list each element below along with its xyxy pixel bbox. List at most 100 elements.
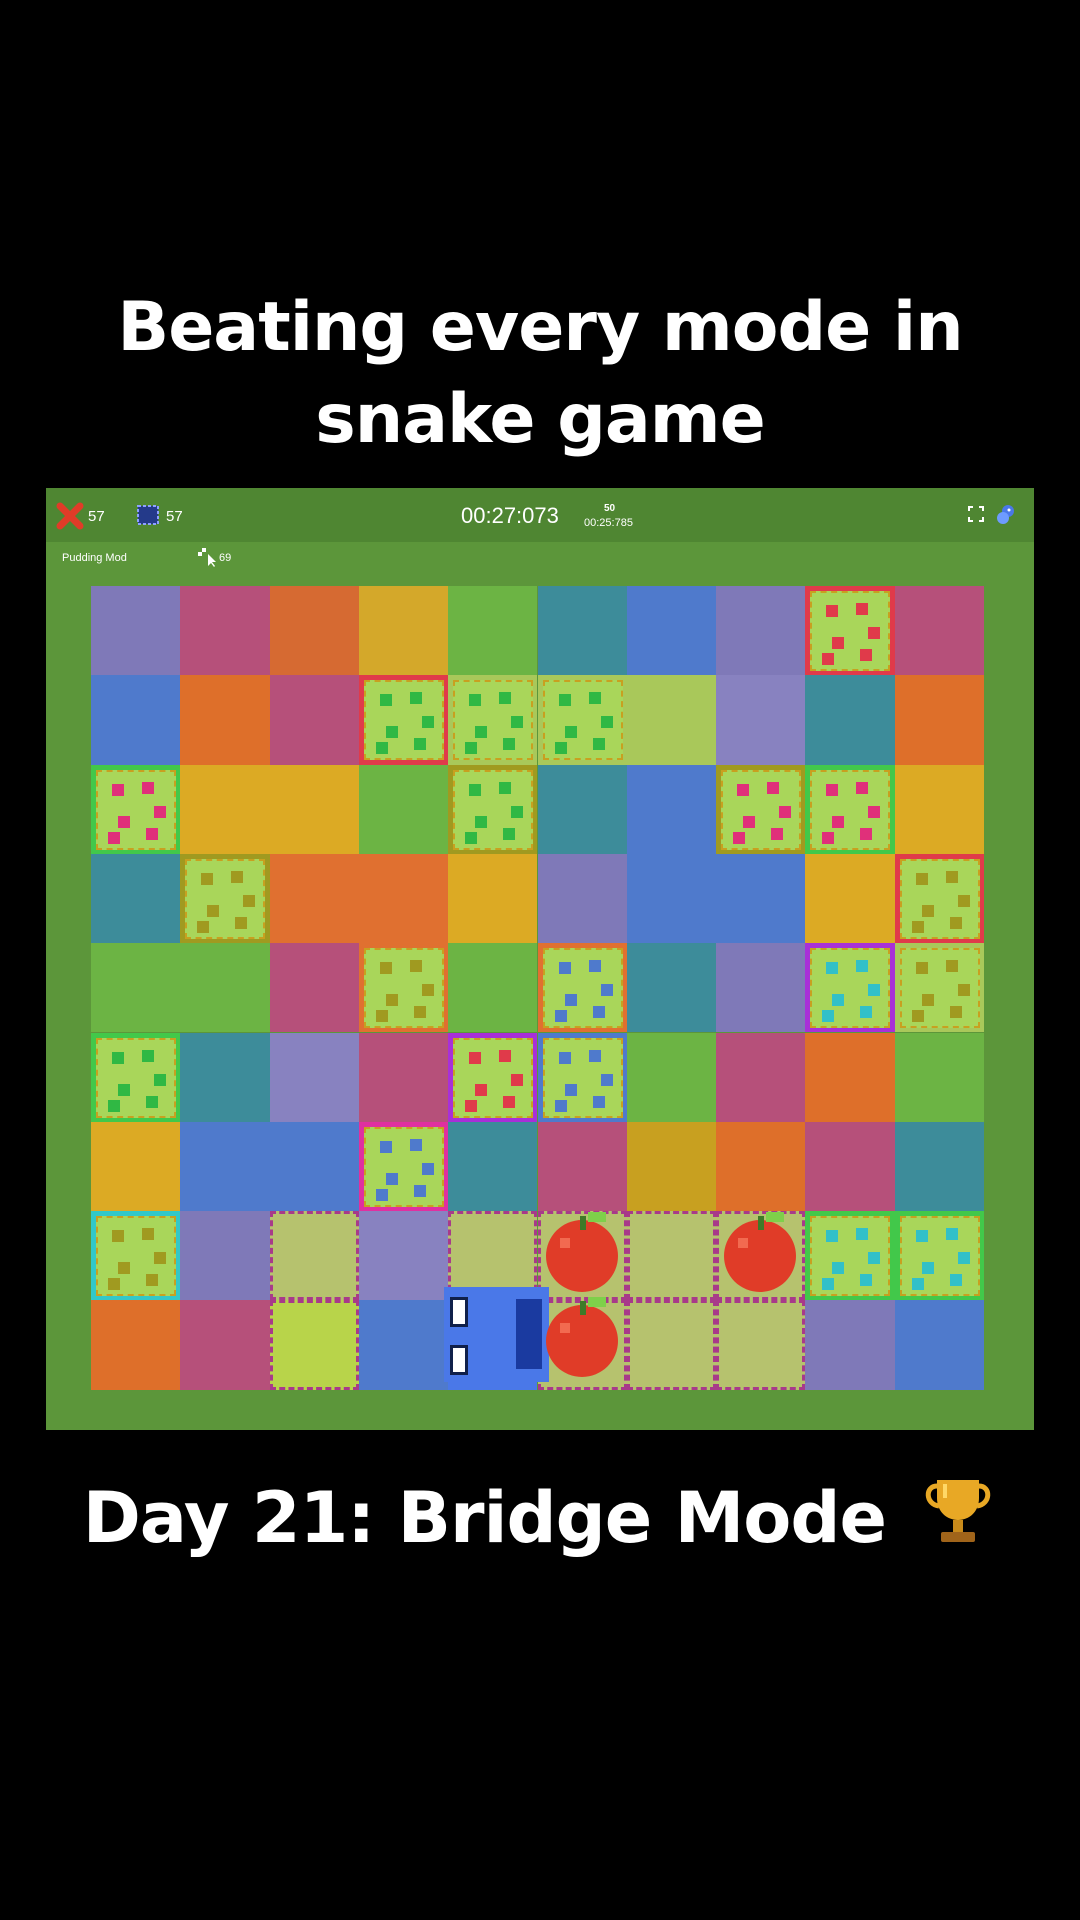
pudding-speck [108, 1099, 120, 1112]
pudding-speck [558, 694, 571, 707]
board-tile [180, 943, 270, 1033]
pudding-speck [112, 783, 124, 796]
subtitle-text: Day 21: Bridge Mode [82, 1477, 887, 1559]
pudding-speck [379, 1140, 392, 1153]
pudding-speck [146, 1095, 158, 1108]
board-tile [537, 1121, 627, 1212]
title-line-2: snake game [315, 380, 766, 459]
pudding-speck [375, 742, 388, 755]
board-tile [716, 586, 806, 676]
snake-settings-icon[interactable] [994, 502, 1018, 531]
video-subtitle: Day 21: Bridge Mode [0, 1472, 1080, 1569]
board-tile [180, 1121, 270, 1212]
pudding-speck [154, 1252, 166, 1265]
snake-eye [449, 1297, 468, 1327]
pudding-speck [949, 916, 962, 929]
pudding-speck [385, 1172, 398, 1185]
board-tile [537, 586, 627, 676]
board-tile [716, 1032, 806, 1122]
pudding-speck [564, 1083, 577, 1096]
board-tile [180, 586, 270, 676]
pudding-speck [822, 1278, 835, 1291]
pudding-tile [363, 948, 444, 1029]
pudding-speck [413, 1184, 426, 1197]
steps-count: 69 [219, 552, 232, 564]
pudding-speck [197, 920, 210, 933]
pudding-speck [201, 872, 214, 885]
pudding-speck [856, 603, 869, 615]
pudding-speck [503, 738, 516, 751]
apple [718, 1210, 802, 1294]
snake-eye [449, 1345, 468, 1375]
game-hud: 57 57 00:27:073 50 00:25:785 [46, 488, 1034, 542]
pudding-speck [142, 1228, 154, 1241]
pudding-speck [413, 738, 426, 751]
pudding-speck [207, 904, 220, 917]
pudding-speck [945, 960, 958, 973]
pudding-speck [868, 627, 881, 639]
pointer-icon [196, 548, 218, 573]
pudding-speck [146, 1274, 158, 1287]
pudding-speck [421, 984, 434, 997]
pudding-speck [832, 815, 845, 828]
board-tile [894, 1032, 984, 1122]
pudding-speck [469, 783, 482, 796]
board-tile [716, 853, 806, 944]
pudding-speck [868, 1252, 881, 1265]
pudding-speck [945, 1228, 958, 1241]
board-tile [448, 853, 538, 944]
pudding-speck [832, 1262, 845, 1275]
pudding-speck [767, 781, 780, 794]
pudding-tile [810, 769, 891, 850]
pudding-speck [409, 1138, 422, 1151]
pudding-speck [475, 1083, 488, 1096]
pudding-speck [826, 962, 839, 975]
pudding-tile [810, 1216, 891, 1297]
board-tile [805, 1300, 895, 1390]
bridge-tile [626, 1300, 717, 1390]
pudding-speck [564, 994, 577, 1007]
board-tile [894, 1121, 984, 1212]
game-board[interactable] [91, 586, 984, 1390]
pudding-tile [810, 948, 891, 1029]
board-tile [626, 943, 717, 1033]
pudding-speck [558, 962, 571, 975]
board-tile [805, 1121, 895, 1212]
board-tile [805, 675, 895, 765]
pudding-speck [949, 1006, 962, 1019]
board-tile [358, 853, 449, 944]
pudding-speck [856, 960, 869, 973]
pudding-speck [911, 920, 924, 933]
board-tile [269, 943, 359, 1033]
pudding-speck [146, 827, 158, 840]
board-tile [358, 1211, 449, 1301]
pudding-speck [142, 781, 154, 794]
pudding-tile [542, 1037, 623, 1118]
pudding-speck [413, 1006, 426, 1019]
pudding-speck [600, 1073, 613, 1086]
pudding-speck [957, 1252, 970, 1265]
board-tile [180, 1032, 270, 1122]
pudding-speck [868, 984, 881, 997]
board-tile [180, 1300, 270, 1390]
video-title: Beating every mode in snake game [0, 282, 1080, 466]
pudding-speck [588, 1049, 601, 1062]
pudding-speck [469, 694, 482, 707]
board-tile [894, 586, 984, 676]
apple [540, 1295, 624, 1379]
pudding-speck [421, 1162, 434, 1175]
pudding-speck [588, 692, 601, 705]
board-tile [269, 675, 359, 765]
board-tile [626, 1032, 717, 1122]
fullscreen-icon[interactable] [968, 506, 984, 527]
pudding-speck [511, 1073, 524, 1086]
board-tile [91, 675, 181, 765]
board-tile [894, 764, 984, 854]
pudding-tile [899, 858, 980, 939]
board-tile [180, 1211, 270, 1301]
board-tile [269, 1032, 359, 1122]
pudding-speck [832, 994, 845, 1007]
pudding-speck [499, 692, 512, 705]
board-tile [626, 586, 717, 676]
pudding-tile [542, 680, 623, 761]
